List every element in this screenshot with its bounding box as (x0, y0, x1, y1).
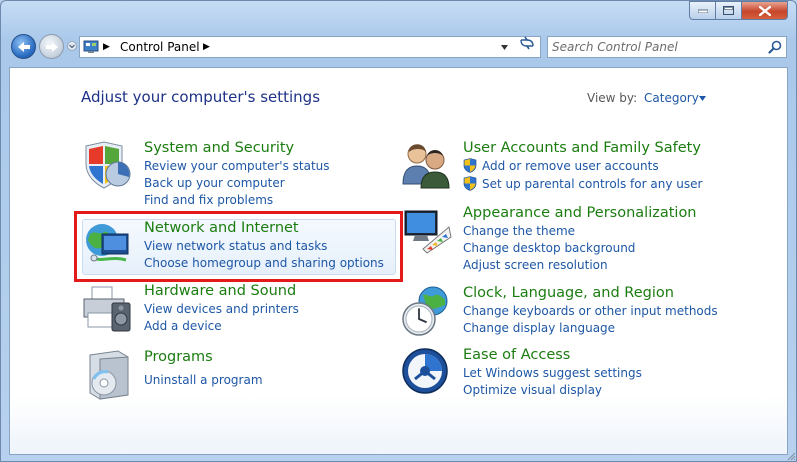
search-input[interactable] (552, 39, 762, 55)
link-change-keyboards[interactable]: Change keyboards or other input methods (463, 304, 718, 318)
view-by-dropdown-icon[interactable] (699, 96, 706, 101)
minimize-icon (697, 9, 708, 13)
globe-network-icon (86, 224, 129, 262)
back-arrow-icon (17, 41, 30, 52)
category-title[interactable]: Appearance and Personalization (463, 205, 697, 221)
link-add-remove-users[interactable]: Add or remove user accounts (482, 159, 659, 173)
refresh-button[interactable] (515, 34, 539, 52)
navigation-bar: ▶ Control Panel ▶ (1, 31, 796, 63)
search-icon[interactable] (768, 40, 782, 54)
accessibility-icon (402, 348, 448, 394)
link-network-status[interactable]: View network status and tasks (144, 239, 327, 253)
resize-grip-icon[interactable] (786, 451, 796, 461)
maximize-button[interactable] (715, 1, 742, 20)
link-devices-printers[interactable]: View devices and printers (144, 302, 299, 316)
category-title[interactable]: Clock, Language, and Region (463, 285, 674, 301)
link-back-up[interactable]: Back up your computer (144, 176, 285, 190)
address-dropdown-icon[interactable] (500, 43, 509, 52)
breadcrumb-control-panel[interactable]: Control Panel (120, 40, 200, 54)
link-optimize-display[interactable]: Optimize visual display (463, 383, 602, 397)
link-screen-resolution[interactable]: Adjust screen resolution (463, 258, 608, 272)
link-review-status[interactable]: Review your computer's status (144, 159, 330, 173)
link-add-device[interactable]: Add a device (144, 319, 222, 333)
breadcrumb-arrow-icon[interactable]: ▶ (103, 42, 110, 52)
control-panel-window: ▶ Control Panel ▶ Adjust your computer's… (0, 0, 797, 462)
link-find-fix[interactable]: Find and fix problems (144, 193, 273, 207)
category-title[interactable]: Ease of Access (463, 347, 570, 363)
printer-speaker-icon (83, 286, 131, 332)
view-by-label: View by: (587, 91, 638, 105)
back-button[interactable] (11, 34, 36, 59)
uac-shield-icon (463, 176, 477, 191)
link-change-theme[interactable]: Change the theme (463, 224, 575, 238)
link-suggest-settings[interactable]: Let Windows suggest settings (463, 366, 642, 380)
page-title: Adjust your computer's settings (81, 88, 321, 106)
content-pane: Adjust your computer's settings View by:… (9, 67, 788, 455)
shield-pie-icon (85, 141, 131, 189)
category-title[interactable]: Programs (144, 349, 213, 365)
category-title[interactable]: Hardware and Sound (144, 283, 296, 299)
category-title[interactable]: User Accounts and Family Safety (463, 140, 701, 156)
refresh-icon (520, 36, 534, 50)
forward-button[interactable] (39, 34, 64, 59)
close-button[interactable] (741, 1, 788, 20)
link-homegroup[interactable]: Choose homegroup and sharing options (144, 256, 384, 270)
link-uninstall[interactable]: Uninstall a program (144, 373, 263, 387)
breadcrumb-arrow-icon[interactable]: ▶ (203, 42, 210, 52)
view-by-dropdown[interactable]: Category (644, 91, 699, 105)
category-title[interactable]: Network and Internet (144, 220, 299, 236)
link-display-language[interactable]: Change display language (463, 321, 615, 335)
forward-arrow-icon (45, 41, 58, 52)
clock-globe-icon (402, 286, 448, 336)
category-title[interactable]: System and Security (144, 140, 294, 156)
search-box[interactable] (547, 36, 787, 58)
title-bar[interactable] (1, 1, 796, 29)
monitor-palette-icon (404, 210, 452, 254)
recent-pages-dropdown-icon[interactable] (67, 41, 77, 51)
close-icon (758, 5, 771, 16)
link-parental-controls[interactable]: Set up parental controls for any user (482, 177, 702, 191)
link-desktop-background[interactable]: Change desktop background (463, 241, 635, 255)
maximize-icon (723, 6, 734, 15)
control-panel-icon (83, 40, 99, 53)
users-icon (402, 144, 450, 189)
minimize-button[interactable] (689, 1, 716, 20)
uac-shield-icon (463, 158, 477, 173)
program-box-icon (89, 350, 129, 400)
address-bar[interactable]: ▶ Control Panel ▶ (79, 36, 541, 58)
